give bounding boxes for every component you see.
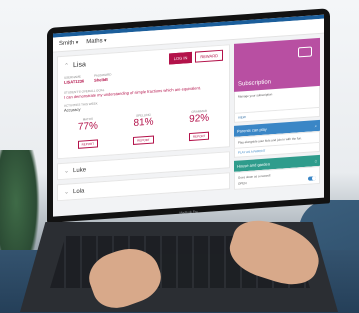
score-maths: Maths 77% REPORT [64, 115, 112, 151]
report-button[interactable]: REPORT [77, 139, 99, 149]
student-name: Lola [73, 187, 85, 195]
subscription-card: Subscription Manage your subscription VI… [234, 37, 320, 123]
students-column: ⌃ Lisa LOG IN REWARD Username LISA [57, 44, 230, 205]
score-spelling: Spelling 81% REPORT [120, 112, 168, 148]
chevron-up-icon[interactable]: ⌃ [64, 62, 69, 69]
parents-can-play-card: Parents can play ⌕ Play alongside your k… [234, 119, 320, 158]
garden-title: House and garden [237, 161, 270, 169]
student-name: Luke [73, 166, 87, 174]
open-toggle[interactable] [308, 176, 316, 181]
username-value: LISAT1236 [64, 78, 85, 85]
report-button[interactable]: REPORT [133, 135, 154, 145]
card-icon [298, 46, 312, 58]
house-icon: ⌂ [314, 158, 317, 164]
sidebar: Subscription Manage your subscription VI… [234, 37, 320, 193]
score-value: 77% [77, 120, 98, 133]
main-content: ⌃ Lisa LOG IN REWARD Username LISA [53, 34, 324, 210]
score-value: 92% [189, 112, 210, 126]
app-window: Smith Maths ⌃ Lisa LOG IN REWARD [53, 14, 324, 217]
house-garden-card: House and garden ⌂ Goes down as a reward… [234, 154, 320, 190]
toggle-label: OPEN [238, 181, 247, 186]
chevron-down-icon: ⌄ [64, 168, 70, 175]
photo-scene: Smith Maths ⌃ Lisa LOG IN REWARD [0, 0, 359, 313]
student-name: Lisa [73, 61, 86, 70]
subscription-title: Subscription [238, 79, 272, 88]
reward-button[interactable]: REWARD [195, 49, 223, 63]
score-value: 81% [133, 116, 154, 129]
nav-item-subject[interactable]: Maths [86, 38, 106, 45]
password-value: ShelbB [94, 76, 108, 83]
nav-item-class[interactable]: Smith [59, 40, 78, 47]
search-icon: ⌕ [314, 123, 317, 129]
login-button[interactable]: LOG IN [168, 51, 193, 65]
report-button[interactable]: REPORT [188, 131, 210, 142]
subscription-banner: Subscription [234, 37, 320, 92]
score-grammar: Grammar 92% REPORT [175, 108, 223, 144]
student-card: ⌃ Lisa LOG IN REWARD Username LISA [57, 44, 230, 160]
laptop-screen: Smith Maths ⌃ Lisa LOG IN REWARD [47, 8, 330, 224]
parents-title: Parents can play [237, 126, 267, 134]
chevron-down-icon: ⌄ [64, 189, 70, 196]
